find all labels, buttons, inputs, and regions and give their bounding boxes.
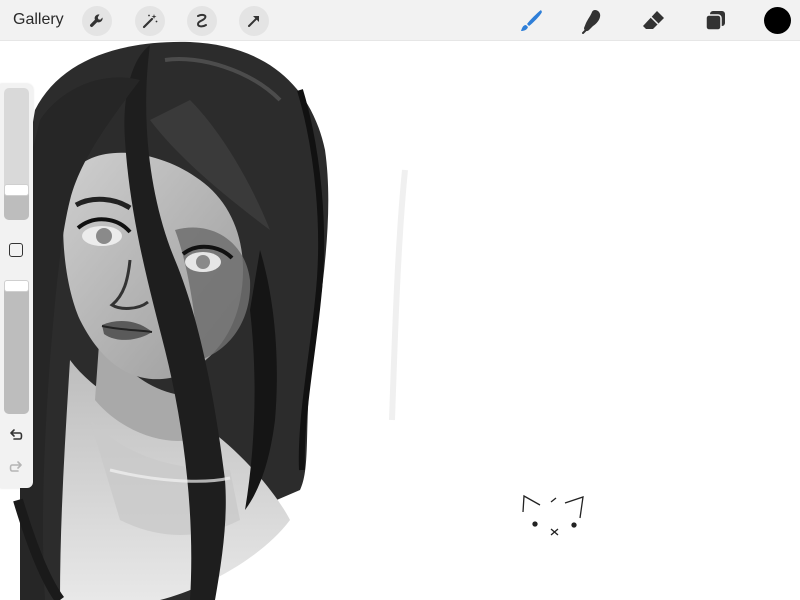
cat-doodle bbox=[522, 494, 584, 536]
brush-icon bbox=[521, 10, 542, 31]
brush-opacity-slider[interactable] bbox=[4, 280, 29, 414]
brush-tool-button[interactable] bbox=[515, 5, 547, 37]
transform-button[interactable] bbox=[239, 6, 269, 36]
modify-square-icon[interactable] bbox=[9, 243, 23, 257]
smudge-tool-button[interactable] bbox=[577, 5, 609, 37]
gallery-button[interactable]: Gallery bbox=[13, 10, 64, 30]
layers-icon bbox=[705, 11, 725, 31]
canvas-artwork bbox=[13, 41, 584, 600]
drawing-canvas[interactable] bbox=[0, 0, 800, 600]
actions-button[interactable] bbox=[82, 6, 112, 36]
color-picker-button[interactable] bbox=[764, 7, 791, 34]
eraser-tool-button[interactable] bbox=[638, 5, 670, 37]
layers-button[interactable] bbox=[700, 5, 732, 37]
transform-arrow-icon bbox=[248, 16, 259, 27]
brush-size-slider[interactable] bbox=[4, 88, 29, 220]
procreate-app: Gallery bbox=[0, 0, 800, 600]
undo-icon bbox=[10, 429, 23, 440]
top-toolbar: Gallery bbox=[0, 0, 800, 41]
left-sidebar bbox=[0, 84, 33, 488]
brush-opacity-handle[interactable] bbox=[4, 280, 29, 292]
magic-wand-icon bbox=[142, 14, 158, 29]
redo-button[interactable] bbox=[7, 458, 25, 476]
eraser-icon bbox=[643, 11, 664, 29]
selection-icon bbox=[196, 13, 207, 28]
selection-button[interactable] bbox=[187, 6, 217, 36]
portrait-sketch bbox=[13, 41, 329, 600]
brush-size-handle[interactable] bbox=[4, 184, 29, 196]
adjustments-button[interactable] bbox=[135, 6, 165, 36]
brush-opacity-fill bbox=[4, 286, 29, 414]
smudge-icon bbox=[582, 10, 601, 34]
undo-button[interactable] bbox=[7, 426, 25, 444]
redo-icon bbox=[9, 461, 22, 472]
wrench-icon bbox=[90, 14, 103, 27]
